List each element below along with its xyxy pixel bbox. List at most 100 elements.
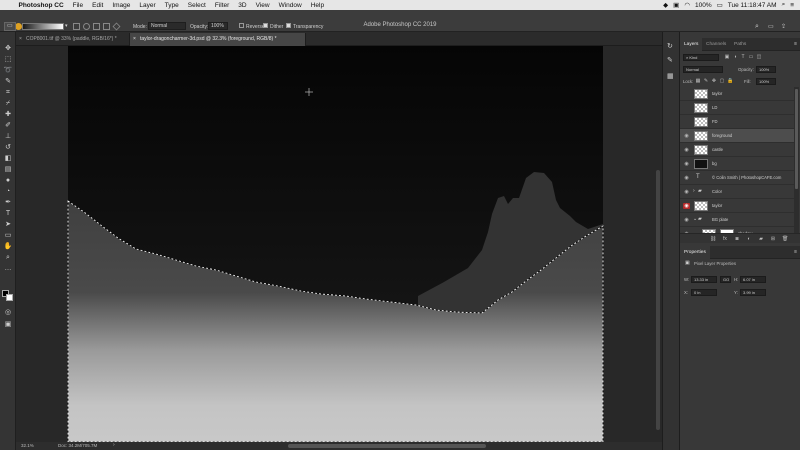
layer-fd[interactable]: FD <box>680 115 794 129</box>
layer-filter-kind[interactable]: ⌕ Kind <box>683 54 719 61</box>
rectangle-tool-icon[interactable]: ▭ <box>3 231 13 240</box>
background-color-swatch[interactable] <box>6 294 13 301</box>
eye-icon[interactable]: ◉ <box>683 133 690 139</box>
layer-taylor[interactable]: ◉ taylor <box>680 199 794 213</box>
adjustment-layer-icon[interactable]: ◐ <box>746 236 752 242</box>
layer-taylor-hidden[interactable]: taylor <box>680 87 794 101</box>
tab-taylor-dragoncharmer[interactable]: × taylor-dragoncharmer-3d.psd @ 32.3% (f… <box>130 33 306 46</box>
mode-select[interactable]: Normal <box>148 22 186 30</box>
crop-tool-icon[interactable]: ⌗ <box>3 88 13 97</box>
healing-brush-tool-icon[interactable]: ✚ <box>3 110 13 119</box>
layer-style-icon[interactable]: fx <box>722 236 728 242</box>
eye-icon[interactable]: ◉ <box>683 175 690 181</box>
eye-icon[interactable]: ◉ <box>683 203 690 209</box>
quick-mask-icon[interactable]: ◎ <box>3 308 13 317</box>
menu-edit[interactable]: Edit <box>88 2 108 9</box>
zoom-tool-icon[interactable]: ⌕ <box>3 253 13 262</box>
menu-type[interactable]: Type <box>160 2 183 9</box>
chevron-down-icon[interactable]: ⌄ <box>693 216 697 222</box>
menu-icon[interactable]: ≡ <box>790 2 794 9</box>
x-input[interactable]: 0 in <box>691 289 717 296</box>
menu-photoshop[interactable]: Photoshop CC <box>14 2 68 9</box>
menu-help[interactable]: Help <box>306 2 328 9</box>
reflected-gradient-icon[interactable] <box>103 23 110 30</box>
search-icon[interactable]: ⌕ <box>782 1 786 9</box>
tab-layers[interactable]: Layers <box>680 38 703 51</box>
eye-icon[interactable]: ◉ <box>683 217 690 223</box>
filter-smart-object-icon[interactable]: ◫ <box>756 54 762 60</box>
gradient-tool-icon[interactable]: ▤ <box>3 165 13 174</box>
battery-icon[interactable]: ▭ <box>717 1 723 9</box>
dither-checkbox[interactable] <box>263 23 268 28</box>
wifi-icon[interactable]: ◠ <box>684 1 690 9</box>
layer-ld[interactable]: LD <box>680 101 794 115</box>
blur-tool-icon[interactable]: ● <box>3 176 13 185</box>
eraser-tool-icon[interactable]: ◧ <box>3 154 13 163</box>
filter-adjustment-icon[interactable]: ◑ <box>732 54 738 60</box>
layers-scrollbar[interactable] <box>794 87 799 233</box>
minimize-window-button[interactable] <box>15 23 22 30</box>
close-tab-icon[interactable]: × <box>133 33 136 46</box>
marquee-tool-icon[interactable]: ⬚ <box>3 55 13 64</box>
history-panel-icon[interactable]: ↻ <box>667 42 673 50</box>
close-tab-icon[interactable]: × <box>19 33 22 46</box>
tab-paths[interactable]: Paths <box>730 38 750 51</box>
layer-group-color[interactable]: ◉ › ▰ Color <box>680 185 794 199</box>
layer-bg[interactable]: ◉ bg <box>680 157 794 171</box>
dropbox-icon[interactable]: ◆ <box>663 1 668 9</box>
brush-settings-icon[interactable]: ✎ <box>667 56 673 64</box>
new-group-icon[interactable]: ▰ <box>758 236 764 242</box>
delete-layer-icon[interactable]: 🗑 <box>782 236 788 242</box>
dodge-tool-icon[interactable]: ◔ <box>3 187 13 196</box>
visibility-toggle-icon[interactable] <box>683 91 690 97</box>
type-tool-icon[interactable]: T <box>3 209 13 218</box>
clock[interactable]: Tue 11:18:47 AM <box>728 2 777 9</box>
blend-mode-select[interactable]: Normal <box>683 66 723 73</box>
visibility-toggle-icon[interactable] <box>683 105 690 111</box>
horizontal-scrollbar[interactable] <box>288 444 486 448</box>
width-input[interactable]: 13.33 in <box>691 276 717 283</box>
chevron-right-icon[interactable]: › <box>693 188 695 194</box>
lock-transparency-icon[interactable]: ▦ <box>695 78 701 84</box>
layer-copyright-text[interactable]: ◉ T © Colin Smith | PhotoshopCAFE.com <box>680 171 794 185</box>
tab-cop8001[interactable]: × COP8001.tif @ 33% (paddle, RGB/16*) * <box>16 33 130 46</box>
layer-opacity-input[interactable]: 100% <box>756 66 776 73</box>
fill-input[interactable]: 100% <box>756 78 776 85</box>
filter-pixel-icon[interactable]: ▣ <box>724 54 730 60</box>
lasso-tool-icon[interactable]: ➰ <box>3 66 13 75</box>
chevron-down-icon[interactable]: ▾ <box>65 23 68 29</box>
filter-shape-icon[interactable]: ▭ <box>748 54 754 60</box>
new-layer-icon[interactable]: ⊞ <box>770 236 776 242</box>
camera-icon[interactable]: ▣ <box>673 1 679 9</box>
reverse-checkbox[interactable] <box>239 23 244 28</box>
menu-layer[interactable]: Layer <box>135 2 160 9</box>
screen-mode-icon[interactable]: ▣ <box>3 320 13 329</box>
layer-foreground[interactable]: ◉ foreground <box>680 129 794 143</box>
history-brush-tool-icon[interactable]: ↺ <box>3 143 13 152</box>
eyedropper-tool-icon[interactable]: ⌿ <box>3 99 13 108</box>
menu-file[interactable]: File <box>68 2 87 9</box>
transparency-checkbox[interactable] <box>286 23 291 28</box>
opacity-input[interactable]: 100% <box>208 22 228 30</box>
status-arrow-icon[interactable]: › <box>113 442 115 448</box>
canvas-workarea[interactable] <box>16 46 662 442</box>
layer-group-bg-plate[interactable]: ◉ ⌄ ▰ BG plate <box>680 213 794 227</box>
hand-tool-icon[interactable]: ✋ <box>3 242 13 251</box>
eye-icon[interactable]: ◉ <box>683 189 690 195</box>
filter-type-icon[interactable]: T <box>740 54 746 60</box>
menu-select[interactable]: Select <box>183 2 210 9</box>
gradient-picker[interactable] <box>22 23 64 30</box>
angle-gradient-icon[interactable] <box>93 23 100 30</box>
menu-view[interactable]: View <box>251 2 274 9</box>
workspace-icon[interactable]: ▭ <box>768 23 774 30</box>
lock-artboard-icon[interactable]: ▢ <box>719 78 725 84</box>
share-icon[interactable]: ⇪ <box>781 23 786 30</box>
y-input[interactable]: 3.99 in <box>740 289 766 296</box>
quick-select-tool-icon[interactable]: ✎ <box>3 77 13 86</box>
menu-image[interactable]: Image <box>108 2 135 9</box>
panel-menu-icon[interactable]: ≡ <box>794 249 797 255</box>
path-selection-tool-icon[interactable]: ➤ <box>3 220 13 229</box>
layer-castle[interactable]: ◉ castle <box>680 143 794 157</box>
height-input[interactable]: 6.07 in <box>740 276 766 283</box>
visibility-toggle-icon[interactable] <box>683 119 690 125</box>
